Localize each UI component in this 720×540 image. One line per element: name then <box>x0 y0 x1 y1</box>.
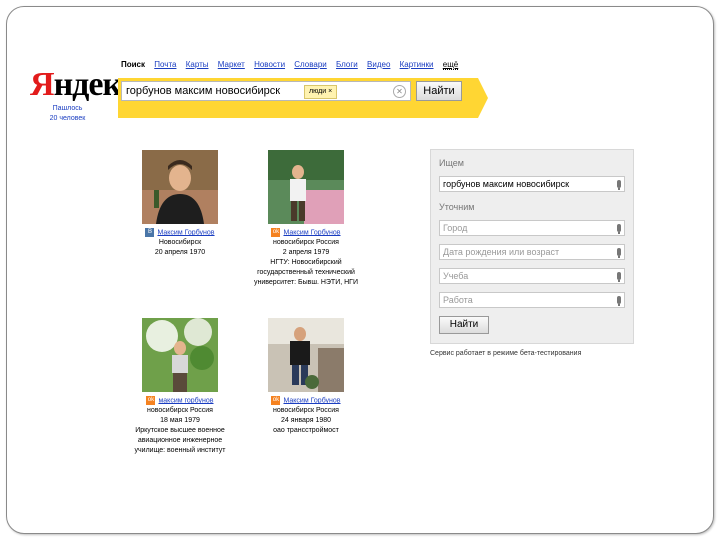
query-field-value: горбунов максим новосибирск <box>443 179 570 189</box>
found-count: Пашлось 20 человек <box>40 104 95 124</box>
result-city: новосибирск Россия <box>273 407 339 415</box>
nav-blogs[interactable]: Блоги <box>336 60 358 69</box>
result-education: государственный технический <box>257 269 355 277</box>
people-filter-tag[interactable]: люди × <box>304 85 338 99</box>
search-query-text: горбунов максим новосибирск <box>126 85 281 97</box>
profile-photo[interactable] <box>142 150 218 224</box>
result-card: ok максим горбунов новосибирск Россия 18 … <box>115 318 245 456</box>
search-button[interactable]: Найти <box>416 81 462 101</box>
clear-icon[interactable]: ✕ <box>393 85 406 98</box>
result-education: НГТУ: Новосибирский <box>270 259 342 267</box>
result-education: авиационное инженерное <box>137 437 223 445</box>
result-workplace: оао трансстроймост <box>273 427 339 435</box>
result-city: новосибирск Россия <box>147 407 213 415</box>
panel-search-button[interactable]: Найти <box>439 316 489 334</box>
search-bar-arrow <box>478 78 488 118</box>
result-name-link[interactable]: ok Максим Горбунов <box>241 396 371 406</box>
result-name-link[interactable]: ok максим горбунов <box>115 396 245 406</box>
result-name-link[interactable]: ok Максим Горбунов <box>241 228 371 238</box>
beta-note: Сервис работает в режиме бета-тестирован… <box>430 350 582 357</box>
profile-photo[interactable] <box>268 318 344 392</box>
nav-market[interactable]: Маркет <box>218 60 245 69</box>
birthdate-placeholder: Дата рождения или возраст <box>443 247 560 257</box>
nav-maps[interactable]: Карты <box>186 60 209 69</box>
city-placeholder: Город <box>443 223 468 233</box>
nav-images[interactable]: Картинки <box>400 60 434 69</box>
vk-icon: B <box>145 228 155 237</box>
result-education: Иркутское высшее военное <box>135 427 225 435</box>
result-birthdate: 24 января 1980 <box>280 417 332 425</box>
result-education: училище: военный институт <box>134 447 226 455</box>
result-name: максим горбунов <box>158 397 214 405</box>
work-field[interactable]: Работа <box>439 292 625 308</box>
nav-more[interactable]: ещё <box>442 60 459 70</box>
looking-label: Ищем <box>439 158 464 168</box>
study-placeholder: Учеба <box>443 271 469 281</box>
logo-first-letter: Я <box>30 66 55 103</box>
result-city: Новосибирск <box>158 239 202 247</box>
result-name: Максим Горбунов <box>157 229 215 237</box>
people-search-panel: Ищем горбунов максим новосибирск Уточним… <box>430 149 634 344</box>
microphone-icon[interactable] <box>617 272 621 282</box>
result-birthdate: 2 апреля 1979 <box>282 249 330 257</box>
refine-label: Уточним <box>439 202 475 212</box>
query-field[interactable]: горбунов максим новосибирск <box>439 176 625 192</box>
nav-dictionaries[interactable]: Словари <box>294 60 327 69</box>
result-city: новосибирск Россия <box>273 239 339 247</box>
profile-photo[interactable] <box>268 150 344 224</box>
study-field[interactable]: Учеба <box>439 268 625 284</box>
microphone-icon[interactable] <box>617 180 621 190</box>
result-name-link[interactable]: B Максим Горбунов <box>115 228 245 238</box>
search-input[interactable]: горбунов максим новосибирск люди × ✕ <box>121 81 411 101</box>
odnoklassniki-icon: ok <box>146 396 156 405</box>
result-birthdate: 18 мая 1979 <box>160 417 200 425</box>
odnoklassniki-icon: ok <box>271 396 281 405</box>
service-nav: Поиск Почта Карты Маркет Новости Словари… <box>121 60 465 70</box>
microphone-icon[interactable] <box>617 296 621 306</box>
odnoklassniki-icon: ok <box>271 228 281 237</box>
birthdate-field[interactable]: Дата рождения или возраст <box>439 244 625 260</box>
microphone-icon[interactable] <box>617 248 621 258</box>
city-field[interactable]: Город <box>439 220 625 236</box>
profile-photo[interactable] <box>142 318 218 392</box>
result-card: ok Максим Горбунов новосибирск Россия 24 … <box>241 318 371 436</box>
result-name: Максим Горбунов <box>283 229 341 237</box>
found-count-line2: 20 человек <box>49 115 86 122</box>
found-count-line1: Пашлось <box>52 105 83 112</box>
microphone-icon[interactable] <box>617 224 621 234</box>
result-education: университет: Бывш. НЭТИ, НГИ <box>253 279 358 287</box>
nav-mail[interactable]: Почта <box>154 60 176 69</box>
result-card: ok Максим Горбунов новосибирск Россия 2 а… <box>241 150 371 288</box>
nav-news[interactable]: Новости <box>254 60 285 69</box>
nav-video[interactable]: Видео <box>367 60 390 69</box>
work-placeholder: Работа <box>443 295 473 305</box>
result-birthdate: 20 апреля 1970 <box>154 249 206 257</box>
result-name: Максим Горбунов <box>283 397 341 405</box>
result-card: B Максим Горбунов Новосибирск 20 апреля 1… <box>115 150 245 258</box>
